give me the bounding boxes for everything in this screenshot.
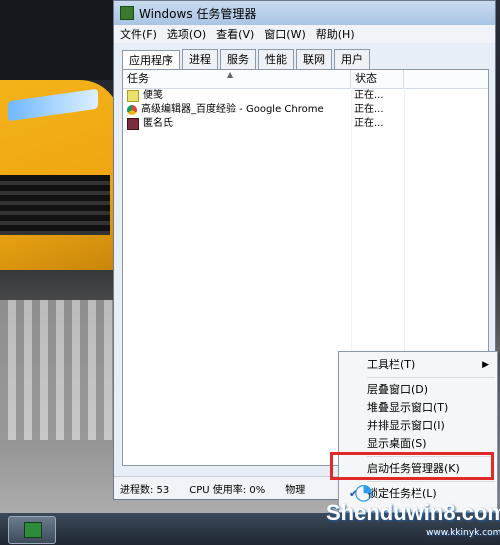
task-status: 正在...: [354, 90, 384, 101]
cpu-usage: CPU 使用率: 0%: [189, 484, 266, 496]
tab-applications[interactable]: 应用程序: [122, 50, 180, 70]
submenu-arrow-icon: ▶: [482, 360, 489, 370]
menu-file[interactable]: 文件(F): [120, 26, 157, 42]
menu-item-show-desktop[interactable]: 显示桌面(S): [339, 435, 497, 453]
column-task-label: 任务: [127, 72, 149, 85]
menu-item-label: 堆叠显示窗口(T): [367, 401, 449, 414]
menu-item-label: 工具栏(T): [367, 358, 416, 371]
task-cell: 高级编辑器_百度经验 - Google Chrome: [123, 103, 350, 117]
menu-view[interactable]: 查看(V): [216, 26, 254, 42]
table-row[interactable]: 便笺 正在...: [123, 89, 488, 103]
task-status: 正在...: [354, 118, 384, 129]
task-cell: 匿名氏: [123, 117, 350, 131]
tab-processes[interactable]: 进程: [182, 49, 218, 69]
sort-up-icon: ▲: [227, 70, 234, 79]
menu-item-label: 显示桌面(S): [367, 437, 427, 450]
watermark-url: www.kkinyk.com: [426, 528, 500, 538]
wallpaper-dark-region: [0, 0, 120, 80]
tab-performance[interactable]: 性能: [258, 49, 294, 69]
menu-item-cascade[interactable]: 层叠窗口(D): [339, 381, 497, 399]
wallpaper-lower-region: [0, 300, 130, 440]
watermark: ◔ Shenduwin8.com www.kkinyk.com: [314, 480, 500, 540]
task-name: 匿名氏: [143, 118, 173, 129]
menu-window[interactable]: 窗口(W): [264, 26, 305, 42]
menu-help[interactable]: 帮助(H): [316, 26, 355, 42]
task-name: 便笺: [143, 90, 163, 101]
menu-item-label: 层叠窗口(D): [367, 383, 429, 396]
table-row[interactable]: 匿名氏 正在...: [123, 117, 488, 131]
menu-item-stack[interactable]: 堆叠显示窗口(T): [339, 399, 497, 417]
physical-memory: 物理: [285, 484, 306, 496]
wallpaper-car-grille: [0, 175, 110, 235]
sticky-notes-icon: [127, 90, 139, 102]
task-name: 高级编辑器_百度经验 - Google Chrome: [141, 104, 324, 115]
tab-users[interactable]: 用户: [334, 49, 370, 69]
table-header: ▲ 任务 状态: [123, 70, 488, 89]
task-status: 正在...: [354, 104, 384, 115]
menu-item-label: 并排显示窗口(I): [367, 419, 445, 432]
window-title: Windows 任务管理器: [139, 6, 257, 21]
task-manager-icon: [24, 522, 42, 538]
tab-networking[interactable]: 联网: [296, 49, 332, 69]
chrome-icon: [127, 105, 137, 115]
task-cell: 便笺: [123, 89, 350, 103]
watermark-text: Shenduwin8.com: [326, 500, 500, 525]
app-icon: [127, 118, 139, 130]
process-count: 进程数: 53: [120, 484, 170, 496]
menu-separator: [367, 377, 495, 378]
tab-strip: 应用程序 进程 服务 性能 联网 用户: [114, 43, 495, 70]
column-header-status[interactable]: 状态: [351, 70, 404, 88]
menu-options[interactable]: 选项(O): [167, 26, 206, 42]
menu-bar: 文件(F) 选项(O) 查看(V) 窗口(W) 帮助(H): [114, 25, 495, 43]
menu-item-toolbars[interactable]: 工具栏(T) ▶: [339, 356, 497, 374]
task-manager-icon: [120, 6, 134, 20]
column-status-label: 状态: [355, 72, 377, 85]
column-header-task[interactable]: ▲ 任务: [123, 70, 351, 88]
taskbar-task-manager-button[interactable]: [8, 516, 56, 544]
tab-services[interactable]: 服务: [220, 49, 256, 69]
menu-item-side-by-side[interactable]: 并排显示窗口(I): [339, 417, 497, 435]
highlight-annotation: [330, 452, 494, 480]
table-row[interactable]: 高级编辑器_百度经验 - Google Chrome 正在...: [123, 103, 488, 117]
title-bar[interactable]: Windows 任务管理器: [114, 1, 495, 25]
